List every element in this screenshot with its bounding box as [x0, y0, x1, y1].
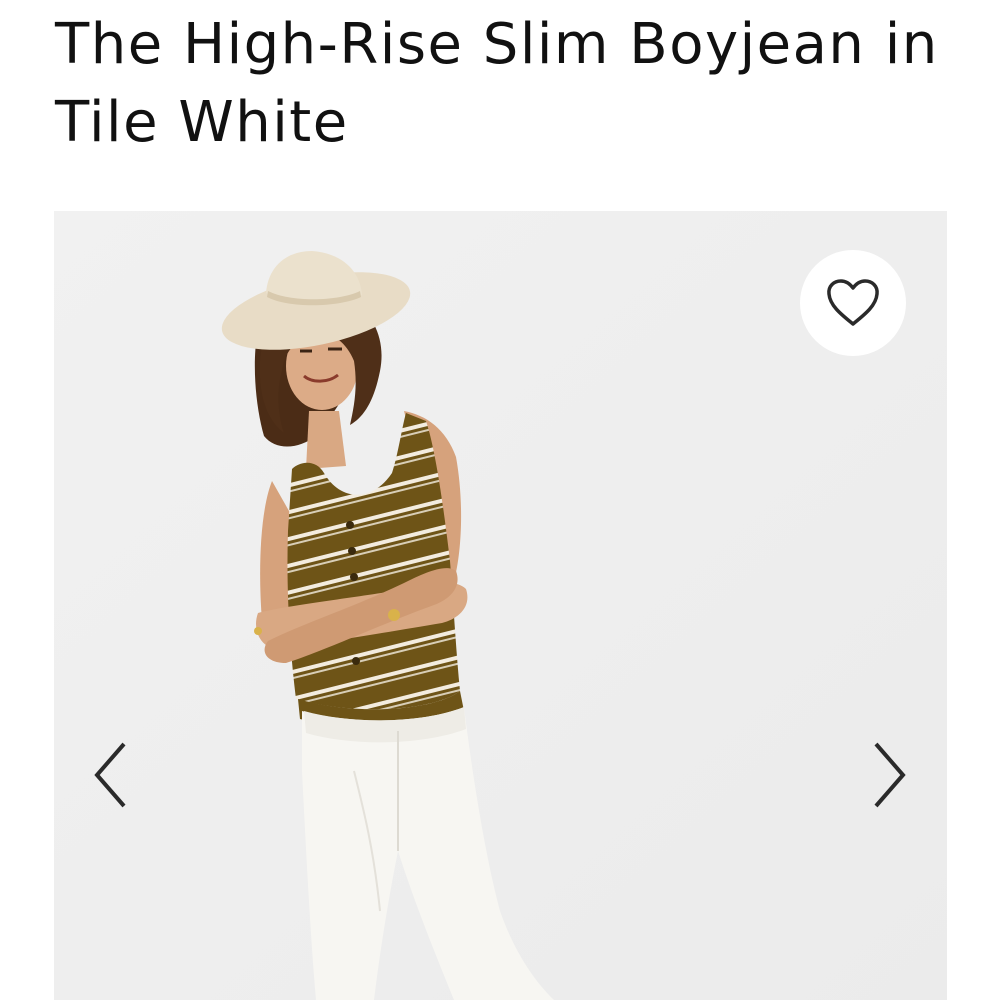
previous-image-button[interactable]	[81, 737, 141, 813]
chevron-right-icon	[874, 742, 906, 808]
product-title: The High-Rise Slim Boyjean in Tile White	[55, 12, 939, 155]
product-page: The High-Rise Slim Boyjean in Tile White	[0, 0, 1000, 1000]
chevron-left-icon	[94, 742, 126, 808]
favorite-button[interactable]	[800, 250, 906, 356]
next-image-button[interactable]	[859, 737, 919, 813]
product-image-carousel[interactable]	[54, 211, 947, 1000]
heart-outline-icon	[827, 279, 879, 326]
